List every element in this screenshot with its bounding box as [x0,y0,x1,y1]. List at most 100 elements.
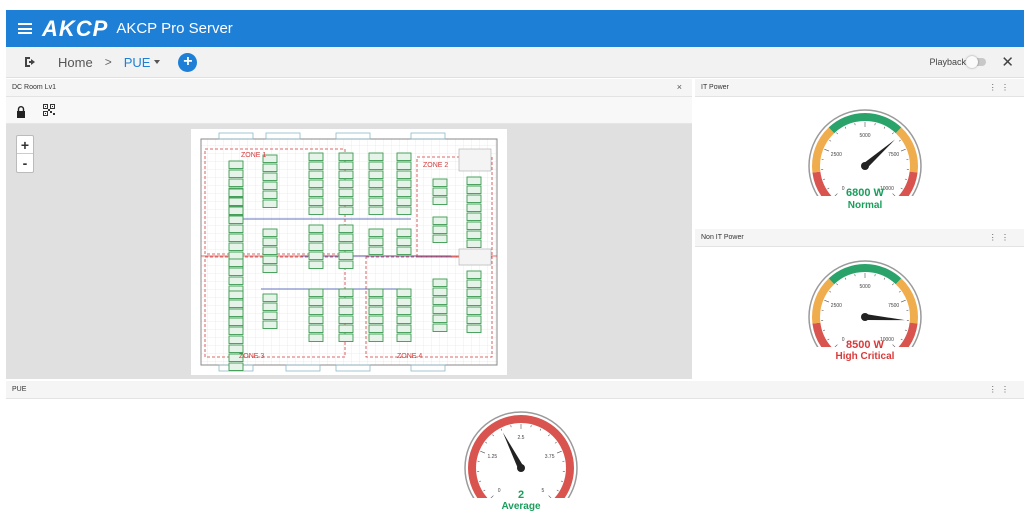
gauge-tick-label-2: 5000 [859,284,870,290]
rack-5-3 [262,255,278,264]
rack-14-1 [368,237,384,246]
rack-10-5 [338,197,354,206]
rack-18-3 [396,315,412,324]
rack-4-1 [262,163,278,172]
rack-21-2 [432,296,448,305]
rack-2-2 [228,276,244,285]
gauge-tick-label-1: 1.25 [487,454,497,460]
breadcrumb-bar: Home > PUE + Playback ✕ [6,47,1024,78]
rack-7-5 [308,197,324,206]
rack-9-3 [308,315,324,324]
rack-13-1 [368,161,384,170]
rack-10-6 [338,206,354,215]
rack-1-6 [228,242,244,251]
it-power-panel-header: IT Power ⋮ ⋮ [695,79,1024,97]
qr-code-icon[interactable] [43,104,55,116]
map-panel-close-icon[interactable]: × [677,82,682,92]
logout-icon[interactable] [24,56,38,68]
non-it-power-more-icon[interactable]: ⋮ ⋮ [989,233,1010,242]
breadcrumb-home[interactable]: Home [58,55,93,70]
rack-3-8 [228,362,244,371]
rack-22-5 [466,221,482,230]
rack-5-0 [262,228,278,237]
rack-0-0 [228,160,244,169]
gauge-needle-hub [517,464,525,472]
rack-4-5 [262,199,278,208]
non-it-power-panel-header: Non IT Power ⋮ ⋮ [695,229,1024,247]
zone-label-3: ZONE 3 [239,353,264,360]
non-it-power-panel-title: Non IT Power [701,234,744,241]
rack-13-5 [368,197,384,206]
rack-6-1 [262,302,278,311]
rack-1-1 [228,197,244,206]
rack-4-4 [262,190,278,199]
pue-panel: PUE ⋮ ⋮ 0 1.25 2.5 3.75 5 2 Average [6,381,1024,516]
rack-1-7 [228,251,244,260]
app-title: AKCP Pro Server [116,20,233,37]
rack-4-2 [262,172,278,181]
gauge-tick-label-3: 7500 [888,303,899,309]
rack-15-2 [368,306,384,315]
it-power-status: Normal [847,200,883,211]
rack-15-5 [368,333,384,342]
rack-18-4 [396,324,412,333]
rack-3-3 [228,317,244,326]
playback-toggle[interactable] [966,56,986,68]
lock-icon[interactable] [16,106,26,118]
zone-label-2: ZONE 2 [423,162,448,169]
gauge-tick-label-1: 2500 [831,303,842,309]
rack-8-4 [308,260,324,269]
rack-8-2 [308,242,324,251]
gauge-tick-label-2: 2.5 [518,435,525,441]
zone-label-4: ZONE 4 [397,353,422,360]
brand-logo: AKCP [42,15,109,41]
rack-16-2 [396,170,412,179]
rack-19-0 [432,178,448,187]
hamburger-menu-icon[interactable] [18,23,32,34]
pue-status: Average [501,501,541,512]
rack-1-4 [228,224,244,233]
breadcrumb-current-pue[interactable]: PUE [124,55,161,70]
it-power-more-icon[interactable]: ⋮ ⋮ [989,83,1010,92]
map-toolbar [6,97,692,124]
rack-1-5 [228,233,244,242]
map-panel-title: DC Room Lv1 [12,84,56,91]
rack-12-5 [338,333,354,342]
rack-10-2 [338,170,354,179]
chevron-down-icon [154,60,161,64]
rack-11-4 [338,260,354,269]
rack-22-0 [466,176,482,185]
add-dashboard-button[interactable]: + [178,52,198,72]
rack-15-3 [368,315,384,324]
it-power-gauge: 025005000750010000 [808,109,922,196]
rack-12-0 [338,288,354,297]
rack-22-4 [466,212,482,221]
rack-17-0 [396,228,412,237]
rack-7-4 [308,188,324,197]
rack-10-3 [338,179,354,188]
rack-8-1 [308,233,324,242]
zoom-in-button[interactable]: + [17,136,33,154]
gauge-tick-label-3: 7500 [888,152,899,158]
rack-11-0 [338,224,354,233]
rack-16-3 [396,179,412,188]
rack-13-3 [368,179,384,188]
rack-20-2 [432,234,448,243]
floor-plan-map[interactable]: ZONE 1 ZONE 2 ZONE 3 ZONE 4 [191,129,507,375]
pue-panel-header: PUE ⋮ ⋮ [6,381,1024,399]
rack-6-0 [262,293,278,302]
rack-2-1 [228,267,244,276]
toggle-knob [966,56,978,68]
rack-21-0 [432,278,448,287]
rack-1-3 [228,215,244,224]
pue-more-icon[interactable]: ⋮ ⋮ [989,385,1010,394]
rack-15-1 [368,297,384,306]
rack-1-2 [228,206,244,215]
zoom-out-button[interactable]: - [17,154,33,172]
rack-0-2 [228,178,244,187]
close-icon[interactable]: ✕ [1001,53,1014,71]
rack-10-1 [338,161,354,170]
rack-7-2 [308,170,324,179]
rack-2-0 [228,258,244,267]
rack-9-2 [308,306,324,315]
